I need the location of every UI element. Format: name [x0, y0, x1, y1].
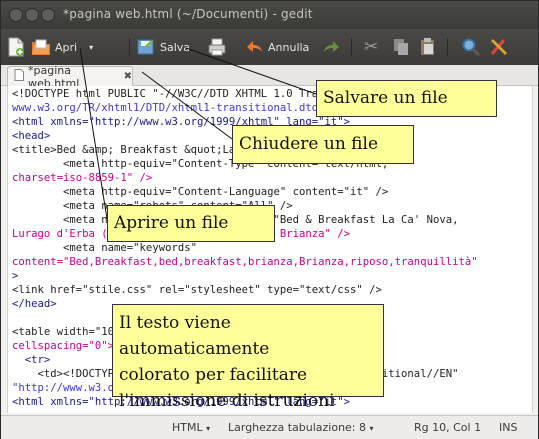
code-line: <head> [12, 130, 51, 142]
find-button[interactable] [461, 36, 481, 58]
clipboard-icon [419, 37, 437, 57]
tab-width-label: Larghezza tabulazione: 8 [228, 421, 367, 434]
maximize-window-icon[interactable] [41, 8, 55, 22]
toolbar: Apri ▾ Salva Annulla ✂ [1, 29, 538, 65]
undo-arrow-icon [244, 37, 264, 57]
copy-button[interactable] [392, 36, 410, 58]
find-replace-icon [489, 37, 509, 57]
callout-save-text: Salvare un file [323, 88, 448, 108]
magnifier-icon [461, 37, 481, 57]
code-line: www.w3.org/TR/xhtml1/DTD/xhtml1-transiti… [12, 102, 331, 114]
cursor-position: Rg 10, Col 1 [414, 421, 482, 434]
minimize-window-icon[interactable] [25, 8, 39, 22]
callout-syntax-line: Il testo viene automaticamente [119, 313, 270, 359]
code-line: <meta name="keywords" [12, 242, 197, 254]
language-label: HTML [172, 421, 203, 434]
chevron-down-icon[interactable]: ▾ [89, 43, 93, 52]
new-button[interactable] [7, 36, 25, 58]
code-line: <link href="stile.css" rel="stylesheet" … [12, 284, 382, 296]
insert-mode: INS [499, 421, 518, 434]
callout-close-text: Chiudere un file [239, 134, 379, 154]
replace-button[interactable] [489, 36, 509, 58]
print-button[interactable] [207, 36, 227, 58]
copy-icon [392, 37, 410, 57]
save-button[interactable]: Salva [136, 36, 190, 58]
save-icon [136, 37, 156, 57]
code-line: cellspacing="0"> [12, 340, 115, 352]
callout-syntax-line: colorato per facilitare [119, 365, 308, 385]
paste-button[interactable] [419, 36, 437, 58]
close-tab-icon[interactable]: ✖ [124, 71, 132, 82]
open-folder-icon [31, 37, 51, 57]
new-document-icon [7, 37, 25, 57]
code-line: <meta http-equiv="Content-Language" cont… [12, 186, 389, 198]
chevron-down-icon: ▾ [369, 424, 374, 433]
save-label: Salva [160, 40, 191, 54]
callout-save: Salvare un file [316, 80, 497, 117]
window-title: *pagina web.html (~/Documenti) - gedit [63, 7, 313, 21]
status-bar: HTML ▾ Larghezza tabulazione: 8 ▾ Rg 10,… [1, 415, 538, 439]
undo-label: Annulla [268, 40, 310, 54]
callout-syntax: Il testo viene automaticamente colorato … [112, 304, 384, 411]
code-line: charset=iso-8859-1" /> [12, 172, 153, 184]
title-bar: *pagina web.html (~/Documenti) - gedit [1, 1, 538, 29]
chevron-down-icon: ▾ [206, 424, 211, 433]
code-line: content="Bed,Breakfast,bed,breakfast,bri… [12, 256, 478, 268]
callout-syntax-line: l'immissione di istruzioni [119, 391, 335, 411]
cut-button[interactable]: ✂ [364, 36, 378, 58]
code-line: > [12, 270, 19, 282]
code-line: <tr> [12, 354, 51, 366]
redo-button[interactable] [322, 36, 342, 58]
tab-width-selector[interactable]: Larghezza tabulazione: 8 ▾ [228, 421, 374, 434]
callout-open: Aprire un file [107, 205, 275, 242]
printer-icon [207, 37, 227, 57]
language-selector[interactable]: HTML ▾ [172, 421, 210, 434]
open-button[interactable]: Apri ▾ [31, 36, 93, 58]
tab-document[interactable]: *pagina web.html ✖ [7, 64, 133, 90]
toolbar-separator [351, 38, 352, 56]
scissors-icon: ✂ [364, 37, 379, 57]
redo-arrow-icon [322, 37, 342, 57]
callout-close: Chiudere un file [232, 125, 414, 164]
code-line: </head> [12, 298, 57, 310]
document-icon [14, 69, 24, 84]
undo-button[interactable]: Annulla [244, 36, 309, 58]
toolbar-separator [447, 38, 448, 56]
open-label: Apri [55, 40, 78, 54]
toolbar-separator [129, 38, 130, 56]
callout-open-text: Aprire un file [114, 213, 229, 233]
close-window-icon[interactable] [9, 8, 23, 22]
